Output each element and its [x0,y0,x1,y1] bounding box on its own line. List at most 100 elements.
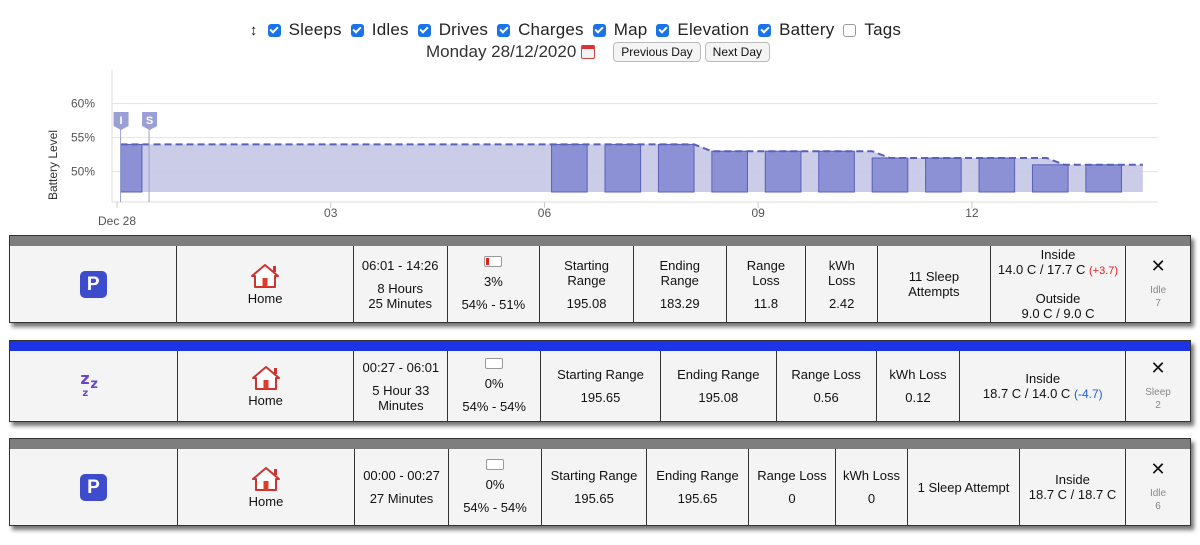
battery-empty-icon [486,459,504,470]
filter-label: Tags [864,20,902,39]
segment-bar [871,157,909,193]
location-label: Home [247,290,283,306]
ending-range-value: 195.08 [698,390,739,405]
kwh-loss-label: kWh Loss [889,367,947,382]
type-icon-cell: P [10,246,178,322]
event-card-idle-7[interactable]: P Home 06:01 - 14:26 8 Hours 25 Minutes … [9,235,1191,323]
sleep-icon: z z z [80,369,98,400]
filter-label: Sleeps [288,20,342,39]
event-type-number: 7 [1155,297,1161,309]
event-card-idle-6[interactable]: P Home 00:00 - 00:27 27 Minutes 0% 54% -… [9,438,1191,526]
type-icon-cell: z z z [10,351,178,421]
battery-cell: 0% 54% - 54% [449,449,542,525]
filter-elevation[interactable]: Elevation [656,20,749,40]
kwh-loss-value: 2.42 [829,295,855,311]
range-loss-value: 0.56 [813,390,839,405]
starting-range-value: 195.65 [574,491,614,506]
ending-range-cell: Ending Range 195.08 [661,351,777,421]
idles-checkbox[interactable] [350,23,364,37]
filter-map[interactable]: Map [592,20,648,40]
next-day-button[interactable]: Next Day [704,42,771,62]
inside-temp-value: 18.7 C / 14.0 C [982,385,1071,401]
segment-bar [818,150,855,193]
time-range: 00:00 - 00:27 [363,468,440,483]
time-cell: 00:00 - 00:27 27 Minutes [355,449,449,525]
location-cell[interactable]: Home [178,351,355,421]
starting-range-label: Starting Range [550,468,638,483]
tags-checkbox[interactable] [843,23,857,37]
filter-label: Battery [779,20,835,39]
filter-battery[interactable]: Battery [758,20,834,40]
range-loss-cell: Range Loss 0.56 [777,351,877,421]
actions-cell: ✕ Idle 6 [1126,449,1190,525]
actions-cell: ✕ Idle 7 [1126,246,1190,322]
segment-bar [551,143,588,193]
location-cell[interactable]: Home [177,246,354,322]
close-icon[interactable]: ✕ [1150,460,1165,478]
elevation-checkbox[interactable] [656,23,670,37]
battery-pct: 0% [485,477,505,492]
charges-checkbox[interactable] [497,23,511,37]
segment-bar [1031,164,1069,193]
battery-checkbox[interactable] [758,23,772,37]
segment-bar [604,143,642,193]
battery-pct: 0% [484,376,504,391]
inside-label: Inside [1025,370,1061,386]
filter-drives[interactable]: Drives [417,20,488,40]
drives-checkbox[interactable] [417,23,431,37]
current-date: Monday 28/12/2020 [425,42,577,61]
range-loss-value: 11.8 [753,295,779,311]
home-icon [252,466,280,491]
event-card-sleep-2[interactable]: z z z Home 00:27 - 06:01 5 Hour 33 Minut… [9,340,1191,422]
kwh-loss-cell: kWh Loss 0 [836,449,908,525]
kwh-loss-cell: kWh Loss 0.12 [877,351,961,421]
y-tick-label: 50% [71,165,95,179]
ending-range-label: Ending Range [659,257,700,288]
location-cell[interactable]: Home [178,449,355,525]
kwh-loss-label: kWh Loss [842,468,901,483]
close-icon[interactable]: ✕ [1151,359,1166,377]
map-checkbox[interactable] [592,23,606,37]
starting-range-label: Starting Range [564,257,609,288]
location-label: Home [248,493,284,509]
event-type-number: 6 [1155,500,1161,512]
segment-bar [120,143,143,193]
filter-label: Elevation [677,20,750,39]
battery-chart[interactable]: Battery Level I S 60% 55% 50% Dec 28 03 06 09 1… [0,60,1200,232]
starting-range-cell: Starting Range 195.08 [540,246,634,322]
filter-sleeps[interactable]: Sleeps [267,20,342,40]
outside-temp: 9.0 C / 9.0 C [1021,306,1095,321]
sleeps-checkbox[interactable] [267,23,281,37]
expand-toggle-icon[interactable]: ↕ [250,22,258,39]
filter-idles[interactable]: Idles [350,20,409,40]
home-icon [251,263,280,288]
filter-charges[interactable]: Charges [497,20,584,40]
x-tick-label: 06 [538,206,552,220]
ending-range-cell: Ending Range 183.29 [634,246,727,322]
home-icon [251,365,280,390]
battery-cell: 0% 54% - 54% [448,351,542,421]
kwh-loss-label: kWh Loss [827,257,856,288]
starting-range-cell: Starting Range 195.65 [541,351,661,421]
range-loss-cell: Range Loss 0 [749,449,836,525]
starting-range-value: 195.08 [566,295,607,311]
previous-day-button[interactable]: Previous Day [613,42,701,62]
event-type-label: Sleep [1145,386,1171,398]
close-icon[interactable]: ✕ [1151,257,1166,275]
calendar-icon[interactable] [581,45,596,59]
filter-tags[interactable]: Tags [843,20,901,40]
outside-label: Outside [1035,291,1081,306]
x-tick-label: 12 [965,206,979,220]
filter-bar: ↕ Sleeps Idles Drives Charges Map Elevat… [0,20,1160,40]
segment-bar [978,157,1016,193]
segment-bar [1085,164,1123,193]
battery-cell: 3% 54% - 51% [448,246,541,322]
event-type-label: Idle [1149,487,1167,499]
inside-temp-delta: (+3.7) [1089,265,1119,277]
starting-range-label: Starting Range [557,367,644,382]
marker-label: S [146,115,153,127]
kwh-loss-value: 0 [867,491,876,506]
inside-temp: 14.0 C / 17.7 C (+3.7) [998,262,1118,279]
battery-empty-icon [485,358,504,369]
ending-range-label: Ending Range [656,468,739,483]
